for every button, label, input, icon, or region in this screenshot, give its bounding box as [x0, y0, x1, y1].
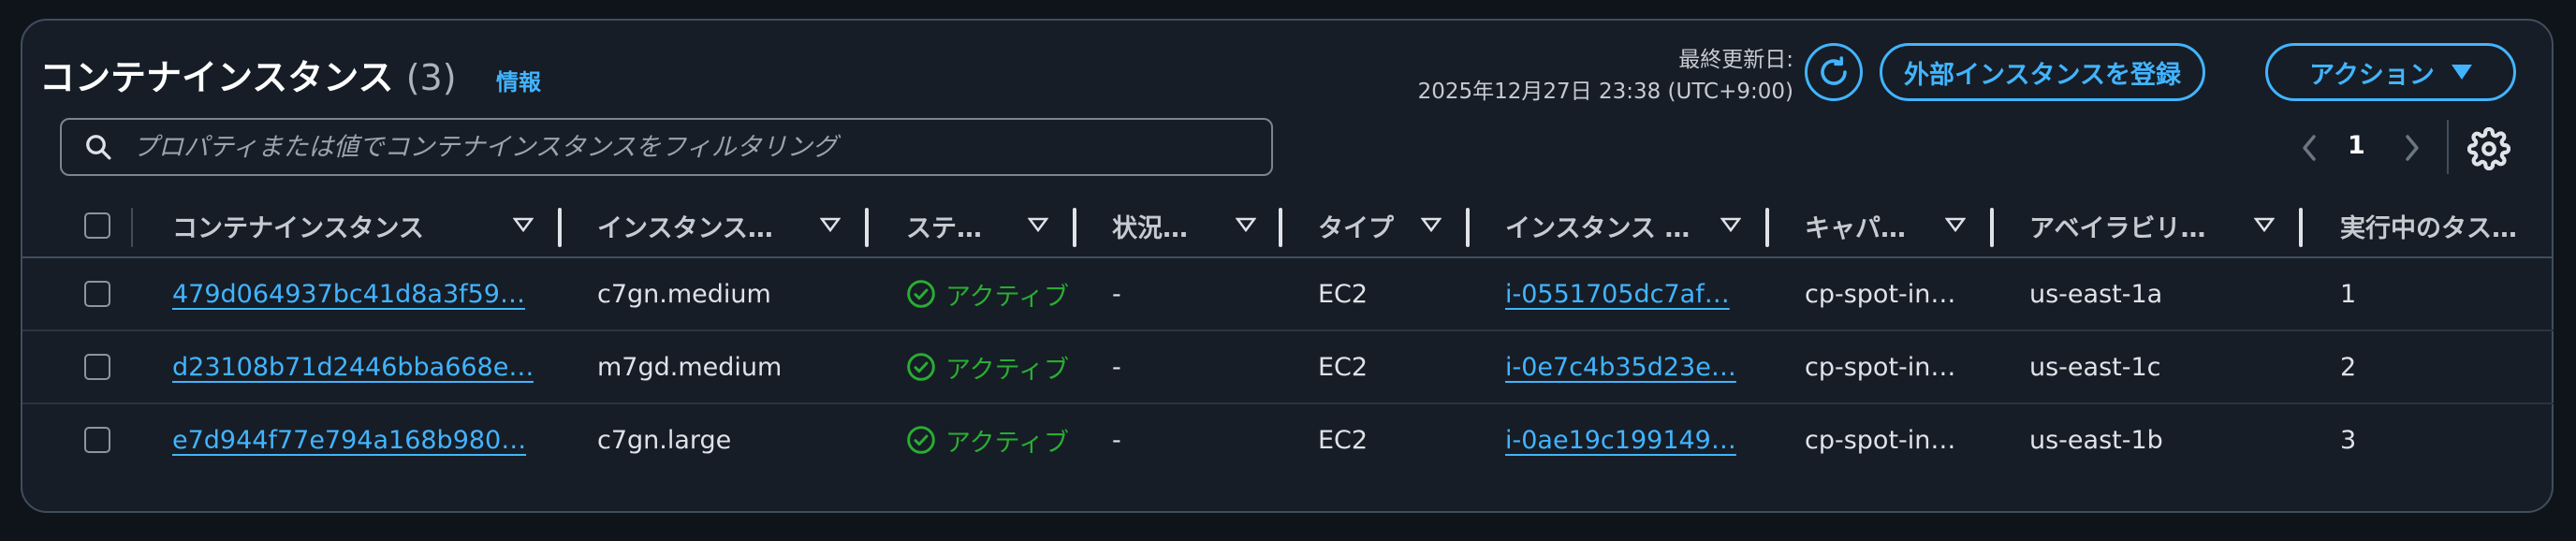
column-header-label: アベイラビリ… [2029, 213, 2206, 243]
column-header-instance-type[interactable]: インスタンス… [597, 195, 841, 256]
capacity-provider-cell: cp-spot-in… [1805, 352, 1956, 382]
instance-id-link[interactable]: i-0551705dc7af… [1505, 258, 1730, 329]
actions-label: アクション [2309, 60, 2435, 90]
type-cell: EC2 [1318, 279, 1368, 309]
status-reason-cell: - [1112, 425, 1121, 455]
container-instances-table: コンテナインスタンス インスタンス… ステ… 状況… タイプ インスタンス … … [22, 195, 2554, 475]
refresh-button[interactable] [1805, 43, 1863, 101]
current-page-number[interactable]: 1 [2348, 131, 2365, 160]
status-cell: アクティブ [906, 258, 1069, 329]
sort-caret-icon[interactable] [820, 217, 841, 232]
type-cell: EC2 [1318, 352, 1368, 382]
status-text: アクティブ [945, 428, 1070, 458]
row-checkbox[interactable] [84, 354, 110, 380]
status-reason-cell: - [1112, 352, 1121, 382]
instance-type-cell: c7gn.large [597, 425, 732, 455]
gear-icon[interactable] [2467, 127, 2510, 170]
type-cell: EC2 [1318, 425, 1368, 455]
caret-down-icon [2451, 65, 2472, 80]
status-cell: アクティブ [906, 404, 1069, 475]
column-header-label: コンテナインスタンス [172, 213, 424, 243]
container-instance-link[interactable]: 479d064937bc41d8a3f59… [172, 258, 525, 329]
register-external-instance-button[interactable]: 外部インスタンスを登録 [1880, 43, 2205, 101]
container-instance-link[interactable]: e7d944f77e794a168b980… [172, 404, 526, 475]
title-text: コンテナインスタンス [39, 57, 394, 98]
check-circle-icon [907, 280, 935, 308]
running-tasks-cell: 2 [2340, 352, 2357, 382]
column-header-label: インスタンス… [597, 213, 773, 243]
sort-caret-icon[interactable] [1720, 217, 1741, 232]
row-checkbox[interactable] [84, 281, 110, 307]
sort-caret-icon[interactable] [513, 217, 534, 232]
capacity-provider-cell: cp-spot-in… [1805, 279, 1956, 309]
status-cell: アクティブ [906, 331, 1069, 402]
check-circle-icon [907, 353, 935, 381]
availability-zone-cell: us-east-1c [2029, 352, 2161, 382]
column-header-label: ステ… [906, 213, 982, 243]
column-header-label: インスタンス … [1505, 213, 1690, 243]
running-tasks-cell: 1 [2340, 279, 2357, 309]
last-updated-label: 最終更新日: [1678, 48, 1793, 72]
table-row[interactable]: e7d944f77e794a168b980… c7gn.large アクティブ … [22, 404, 2554, 475]
instance-id-link[interactable]: i-0ae19c199149… [1505, 404, 1736, 475]
column-divider[interactable] [2299, 208, 2303, 247]
sort-caret-icon[interactable] [1028, 217, 1048, 232]
row-checkbox[interactable] [84, 427, 110, 453]
sort-caret-icon[interactable] [1236, 217, 1256, 232]
column-divider[interactable] [558, 208, 562, 247]
column-divider [131, 208, 133, 247]
column-header-label: 実行中のタス… [2340, 213, 2517, 243]
previous-page-icon[interactable] [2291, 127, 2329, 168]
status-reason-cell: - [1112, 279, 1121, 309]
column-divider[interactable] [1990, 208, 1994, 247]
sort-caret-icon[interactable] [1945, 217, 1966, 232]
capacity-provider-cell: cp-spot-in… [1805, 425, 1956, 455]
column-header-label: タイプ [1318, 213, 1394, 243]
column-divider[interactable] [1765, 208, 1769, 247]
column-divider[interactable] [1466, 208, 1470, 247]
column-header-label: 状況… [1112, 213, 1188, 243]
last-updated-value: 2025年12月27日 23:38 (UTC+9:00) [1417, 80, 1793, 104]
register-external-instance-label: 外部インスタンスを登録 [1904, 60, 2181, 90]
info-link[interactable]: 情報 [496, 64, 541, 96]
table-row[interactable]: 479d064937bc41d8a3f59… c7gn.medium アクティブ… [22, 258, 2554, 331]
instance-count: (3) [405, 57, 457, 98]
column-header-running-tasks[interactable]: 実行中のタス… [2340, 195, 2552, 256]
search-input[interactable] [131, 131, 1239, 163]
table-header: コンテナインスタンス インスタンス… ステ… 状況… タイプ インスタンス … … [22, 195, 2554, 258]
instance-type-cell: c7gn.medium [597, 279, 771, 309]
column-header-label: キャパ… [1805, 213, 1906, 243]
availability-zone-cell: us-east-1b [2029, 425, 2163, 455]
column-divider[interactable] [1279, 208, 1282, 247]
table-row[interactable]: d23108b71d2446bba668e… m7gd.medium アクティブ… [22, 331, 2554, 404]
next-page-icon[interactable] [2393, 127, 2430, 168]
column-header-capacity-provider[interactable]: キャパ… [1805, 195, 1954, 256]
refresh-icon [1821, 56, 1847, 85]
availability-zone-cell: us-east-1a [2029, 279, 2163, 309]
search-icon [86, 135, 111, 160]
status-text: アクティブ [945, 282, 1070, 312]
pager-divider [2447, 120, 2449, 174]
column-header-instance-id[interactable]: インスタンス … [1505, 195, 1730, 256]
instance-type-cell: m7gd.medium [597, 352, 783, 382]
column-divider[interactable] [865, 208, 869, 247]
column-header-status-reason[interactable]: 状況… [1112, 195, 1243, 256]
status-text: アクティブ [945, 355, 1070, 385]
column-divider[interactable] [1073, 208, 1076, 247]
search-filter[interactable] [60, 118, 1273, 176]
page-title: コンテナインスタンス (3) [39, 49, 457, 100]
running-tasks-cell: 3 [2340, 425, 2357, 455]
instance-id-link[interactable]: i-0e7c4b35d23e… [1505, 331, 1736, 402]
sort-caret-icon[interactable] [1421, 217, 1442, 232]
sort-caret-icon[interactable] [2254, 217, 2275, 232]
column-header-container-instance[interactable]: コンテナインスタンス [172, 195, 509, 256]
column-header-status[interactable]: ステ… [906, 195, 1037, 256]
check-circle-icon [907, 426, 935, 454]
actions-button[interactable]: アクション [2265, 43, 2516, 101]
column-header-availability-zone[interactable]: アベイラビリ… [2029, 195, 2254, 256]
select-all-checkbox[interactable] [84, 212, 110, 239]
container-instance-link[interactable]: d23108b71d2446bba668e… [172, 331, 534, 402]
